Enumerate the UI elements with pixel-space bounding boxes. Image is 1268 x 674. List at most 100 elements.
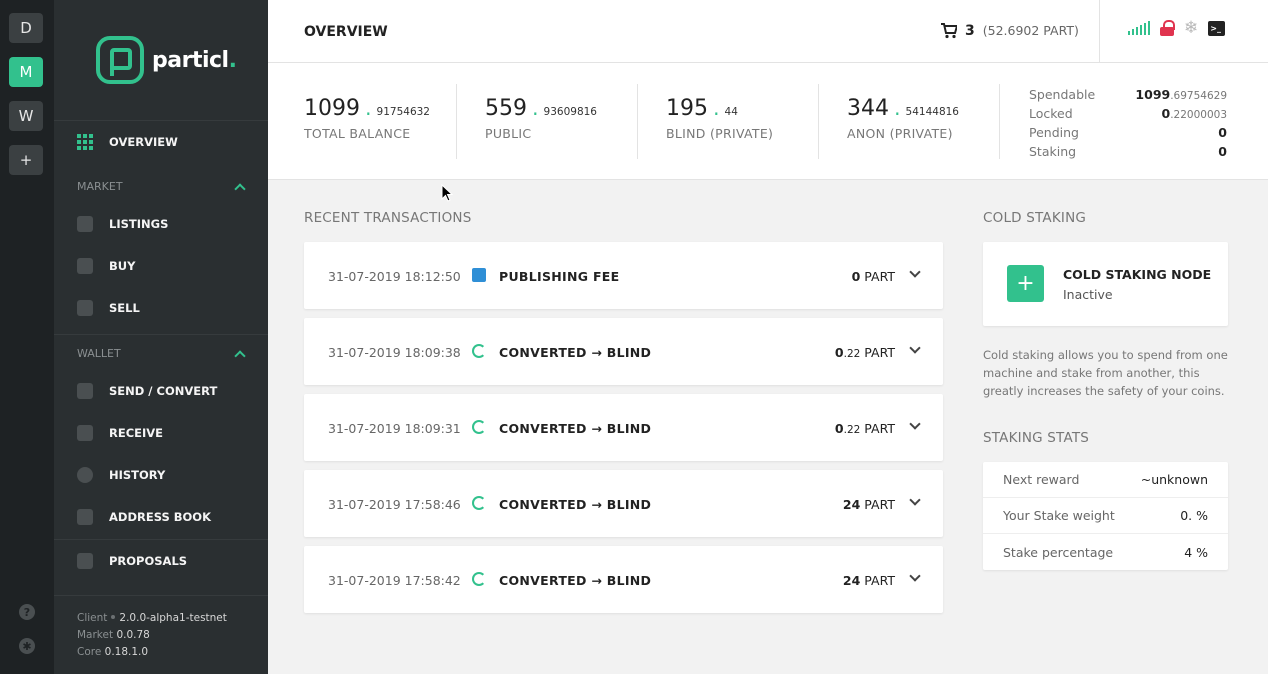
transaction-row[interactable]: 31-07-2019 18:12:50 PUBLISHING FEE 0 PAR…: [304, 242, 943, 309]
contacts-icon: [77, 509, 93, 525]
staking-stats-card: Next reward ~unknown Your Stake weight 0. …: [983, 462, 1228, 570]
chevron-down-icon[interactable]: [909, 266, 921, 278]
add-cold-staking-button[interactable]: +: [1007, 265, 1044, 302]
stat-row-next-reward: Next reward ~unknown: [983, 462, 1228, 498]
section-header-wallet[interactable]: WALLET: [77, 347, 247, 362]
convert-icon: [472, 572, 486, 586]
sidebar-item-proposals[interactable]: PROPOSALS: [54, 543, 268, 579]
convert-icon: [472, 344, 486, 358]
sidebar-item-label: BUY: [109, 259, 136, 273]
particl-logo-mark-icon: [96, 36, 144, 84]
bag-icon: [77, 258, 93, 274]
sidebar-item-label: HISTORY: [109, 468, 166, 482]
megaphone-icon: [77, 553, 93, 569]
balance-row-locked: Locked 0.22000003: [1029, 106, 1227, 121]
transaction-row[interactable]: 31-07-2019 17:58:46 CONVERTED → BLIND 24…: [304, 470, 943, 537]
balance-row-staking: Staking 0: [1029, 144, 1227, 159]
rail-button-m[interactable]: M: [9, 57, 43, 87]
balance-decimals: 91754632: [376, 106, 430, 118]
section-label: MARKET: [77, 180, 123, 193]
tx-date: 31-07-2019 17:58:42: [328, 573, 461, 588]
balance-integer: 559: [485, 96, 527, 121]
add-wallet-button[interactable]: +: [9, 145, 43, 175]
sidebar-item-history[interactable]: HISTORY: [54, 457, 268, 493]
tx-type: CONVERTED → BLIND: [499, 573, 652, 588]
sidebar-item-receive[interactable]: RECEIVE: [54, 415, 268, 451]
chevron-down-icon[interactable]: [909, 494, 921, 506]
chevron-up-icon: [234, 183, 246, 195]
section-label: WALLET: [77, 347, 121, 360]
chevron-down-icon[interactable]: [909, 342, 921, 354]
send-arrow-icon: [77, 383, 93, 399]
balance-row-pending: Pending 0: [1029, 125, 1227, 140]
balance-decimals: 44: [724, 106, 738, 118]
divider: [54, 120, 268, 121]
transaction-row[interactable]: 31-07-2019 18:09:38 CONVERTED → BLIND 0.…: [304, 318, 943, 385]
balance-label: ANON (PRIVATE): [847, 126, 953, 141]
help-icon[interactable]: ?: [19, 604, 35, 620]
console-icon[interactable]: >_: [1208, 20, 1226, 36]
rail-button-d[interactable]: D: [9, 13, 43, 43]
balance-summary: 1099 . 91754632 TOTAL BALANCE 559 . 9360…: [268, 63, 1268, 180]
grid-icon: [77, 134, 93, 150]
sidebar-item-label: OVERVIEW: [109, 135, 178, 149]
cold-staking-status: Inactive: [1063, 287, 1113, 302]
stat-row-stake-weight: Your Stake weight 0. %: [983, 498, 1228, 534]
divider: [54, 539, 268, 540]
balance-row-spendable: Spendable 1099.69754629: [1029, 87, 1227, 102]
tx-date: 31-07-2019 17:58:46: [328, 497, 461, 512]
receive-arrow-icon: [77, 425, 93, 441]
transaction-row[interactable]: 31-07-2019 18:09:31 CONVERTED → BLIND 0.…: [304, 394, 943, 461]
balance-blind: 195 . 44 BLIND (PRIVATE): [666, 96, 774, 141]
chevron-down-icon[interactable]: [909, 570, 921, 582]
cart-summary[interactable]: 3 (52.6902 PART): [940, 22, 1079, 39]
tx-amount: 24 PART: [842, 573, 895, 588]
divider: [1099, 0, 1100, 63]
tx-type: CONVERTED → BLIND: [499, 421, 652, 436]
sidebar-item-buy[interactable]: BUY: [54, 248, 268, 284]
tag-icon: [77, 216, 93, 232]
cold-staking-snowflake-icon[interactable]: ❄: [1184, 20, 1198, 37]
version-info: Client 2.0.0-alpha1-testnet Market 0.0.78…: [77, 610, 227, 661]
convert-icon: [472, 420, 486, 434]
sidebar-item-overview[interactable]: OVERVIEW: [54, 124, 268, 160]
sidebar-item-address-book[interactable]: ADDRESS BOOK: [54, 499, 268, 535]
brand-name: particl.: [152, 47, 237, 73]
market-label: Market: [77, 629, 114, 641]
cold-staking-title: COLD STAKING: [983, 210, 1087, 226]
market-version: 0.0.78: [116, 629, 150, 641]
balance-decimals: 54144816: [905, 106, 959, 118]
tx-type: CONVERTED → BLIND: [499, 345, 652, 360]
client-label: Client: [77, 612, 108, 624]
chevron-up-icon: [234, 350, 246, 362]
tx-date: 31-07-2019 18:09:31: [328, 421, 461, 436]
sidebar-item-send-convert[interactable]: SEND / CONVERT: [54, 373, 268, 409]
sidebar-item-label: PROPOSALS: [109, 554, 188, 568]
sidebar-item-listings[interactable]: LISTINGS: [54, 206, 268, 242]
core-version: 0.18.1.0: [104, 646, 149, 658]
tx-date: 31-07-2019 18:12:50: [328, 269, 461, 284]
tx-amount: 24 PART: [842, 497, 895, 512]
section-header-market[interactable]: MARKET: [77, 180, 247, 195]
cold-staking-card: + COLD STAKING NODE Inactive: [983, 242, 1228, 326]
wallet-unlocked-icon[interactable]: [1160, 20, 1175, 36]
sidebar: particl. OVERVIEW MARKET LISTINGS BUY SE…: [54, 0, 268, 674]
sidebar-item-label: SEND / CONVERT: [109, 384, 218, 398]
divider: [54, 334, 268, 335]
status-icons: ❄ >_: [1128, 20, 1226, 37]
settings-gear-icon[interactable]: ✱: [19, 638, 35, 654]
sidebar-item-sell[interactable]: SELL: [54, 290, 268, 326]
chevron-down-icon[interactable]: [909, 418, 921, 430]
balance-label: TOTAL BALANCE: [304, 126, 411, 141]
balance-integer: 195: [666, 96, 708, 121]
balance-breakdown: Spendable 1099.69754629 Locked 0.22000003 …: [1029, 85, 1227, 161]
cold-staking-node-title: COLD STAKING NODE: [1063, 267, 1212, 282]
transaction-row[interactable]: 31-07-2019 17:58:42 CONVERTED → BLIND 24…: [304, 546, 943, 613]
balance-integer: 1099: [304, 96, 360, 121]
clock-icon: [77, 467, 93, 483]
rail-button-w[interactable]: W: [9, 101, 43, 131]
tx-amount: 0.22 PART: [834, 345, 895, 360]
stat-row-stake-percentage: Stake percentage 4 %: [1003, 544, 1208, 560]
connection-signal-icon[interactable]: [1128, 21, 1150, 35]
balance-total: 1099 . 91754632 TOTAL BALANCE: [304, 96, 430, 141]
